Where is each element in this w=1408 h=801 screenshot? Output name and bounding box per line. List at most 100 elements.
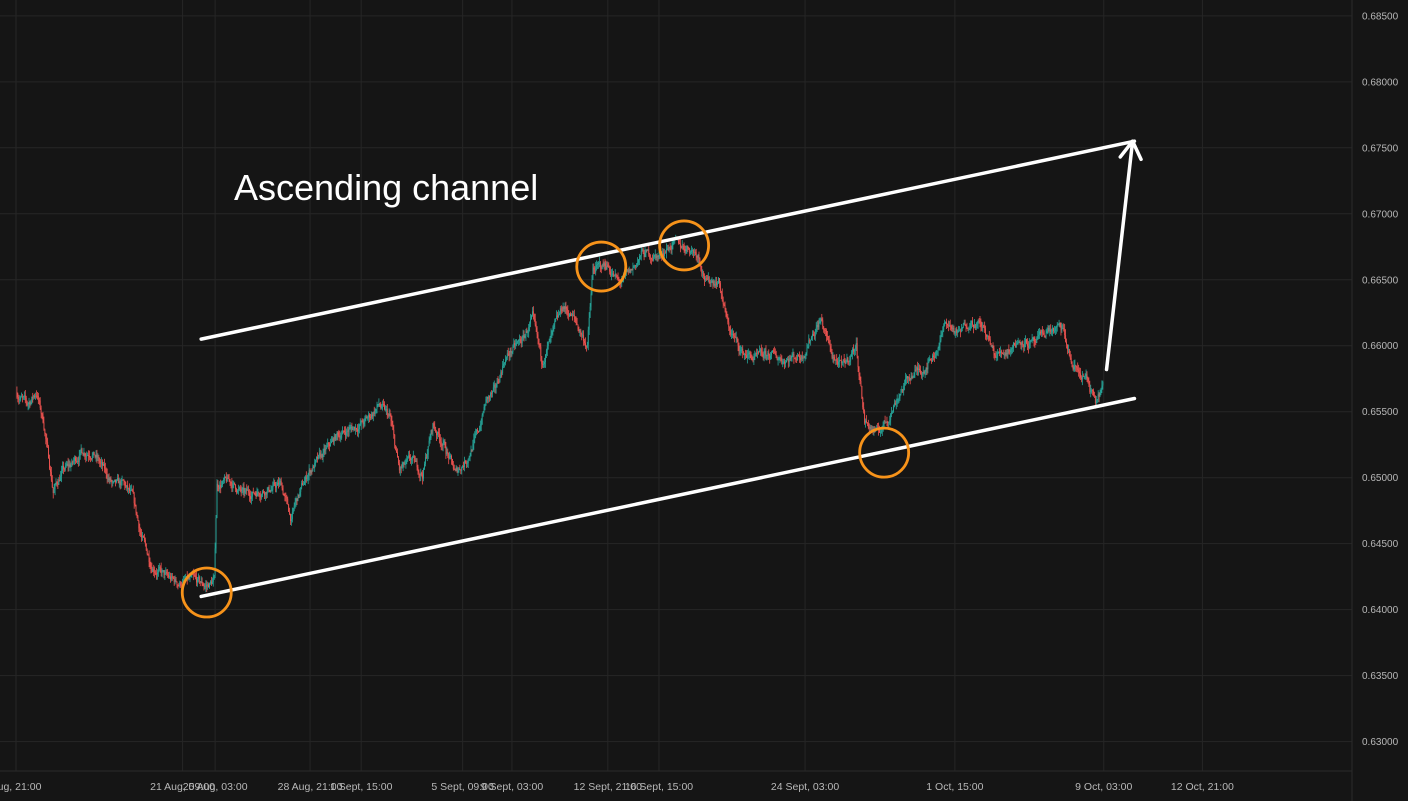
candle-up	[221, 485, 223, 488]
candle-down	[67, 463, 69, 466]
candle-up	[223, 476, 225, 481]
candle-down	[709, 281, 711, 284]
price-chart[interactable]: Ascending channel 0.68500 0.68000 0.67500 0…	[0, 0, 1408, 801]
candle-up	[432, 423, 434, 431]
candle-down	[538, 338, 540, 345]
candle-up	[975, 325, 977, 328]
candle-up	[1073, 366, 1075, 370]
candle-down	[166, 572, 168, 574]
candle-down	[1043, 332, 1045, 336]
candle-up	[73, 460, 75, 462]
candle-up	[810, 340, 812, 342]
candle-down	[1080, 373, 1081, 378]
candle-down	[1077, 368, 1079, 371]
candle-down	[995, 356, 997, 358]
candle-down	[1040, 331, 1041, 334]
candle-down	[1088, 381, 1090, 385]
candle-down	[102, 462, 103, 466]
candle-down	[105, 468, 107, 474]
candle-down	[726, 316, 728, 319]
candle-up	[1017, 342, 1019, 344]
candle-down	[240, 488, 242, 492]
price-tick-label: 0.66000	[1362, 341, 1399, 352]
candle-down	[983, 324, 985, 327]
candle-up	[800, 355, 802, 361]
candle-up	[306, 478, 308, 480]
candle-up	[341, 434, 343, 438]
candle-down	[984, 326, 986, 329]
candle-down	[277, 482, 279, 485]
candle-up	[626, 269, 628, 272]
candle-down	[150, 567, 152, 569]
candle-up	[1000, 351, 1001, 354]
candle-down	[234, 482, 236, 485]
candle-down	[313, 466, 315, 469]
candle-down	[571, 314, 573, 316]
candle-up	[294, 501, 296, 506]
candle-up	[1067, 349, 1069, 351]
candle-up	[710, 282, 712, 284]
candle-up	[546, 346, 548, 351]
candle-up	[411, 456, 413, 459]
candle-up	[571, 314, 572, 317]
candle-down	[679, 243, 681, 247]
candle-up	[665, 248, 667, 253]
candle-up	[606, 264, 608, 270]
candle-up	[553, 323, 555, 328]
candle-up	[852, 348, 853, 354]
candle-down	[224, 476, 226, 478]
candle-up	[925, 367, 927, 372]
candle-down	[76, 460, 77, 462]
candle-down	[1093, 395, 1095, 397]
candle-down	[689, 249, 691, 254]
candle-down	[1082, 376, 1084, 378]
candle-down	[780, 358, 782, 361]
candle-up	[307, 475, 309, 479]
candle-up	[819, 321, 821, 323]
candle-down	[701, 269, 703, 274]
candle-down	[193, 574, 195, 576]
candle-down	[1044, 335, 1046, 337]
candle-up	[521, 338, 523, 344]
candle-down	[514, 343, 516, 346]
candle-down	[573, 314, 575, 317]
candle-up	[326, 446, 328, 448]
candle-down	[123, 480, 125, 482]
candle-down	[866, 422, 868, 424]
candle-down	[1020, 342, 1022, 345]
candle-down	[146, 550, 148, 555]
candle-up	[1091, 390, 1093, 391]
candle-up	[371, 414, 372, 418]
candle-up	[991, 345, 993, 347]
candle-down	[867, 422, 869, 428]
candle-up	[20, 397, 22, 400]
candle-down	[879, 429, 880, 433]
candle-up	[107, 478, 109, 480]
candle-down	[824, 329, 826, 331]
chart-background	[0, 0, 1408, 801]
candle-down	[831, 352, 833, 358]
candle-up	[835, 359, 837, 361]
candle-up	[943, 325, 945, 331]
candle-down	[453, 468, 455, 470]
candle-up	[753, 356, 755, 360]
candle-up	[216, 483, 218, 519]
candle-down	[828, 340, 830, 345]
candle-up	[528, 327, 530, 333]
candle-down	[180, 582, 182, 586]
candle-up	[970, 323, 972, 329]
candle-up	[940, 334, 942, 341]
candle-up	[55, 482, 57, 485]
candle-down	[357, 429, 358, 432]
candle-down	[795, 358, 797, 360]
candle-up	[423, 468, 425, 479]
candle-down	[915, 369, 917, 371]
candle-down	[999, 351, 1000, 354]
candle-down	[946, 323, 948, 326]
candle-up	[205, 585, 207, 587]
candle-up	[499, 376, 501, 383]
candle-down	[50, 472, 52, 481]
candle-down	[1035, 342, 1037, 343]
candle-up	[907, 376, 909, 379]
candle-up	[614, 273, 616, 275]
